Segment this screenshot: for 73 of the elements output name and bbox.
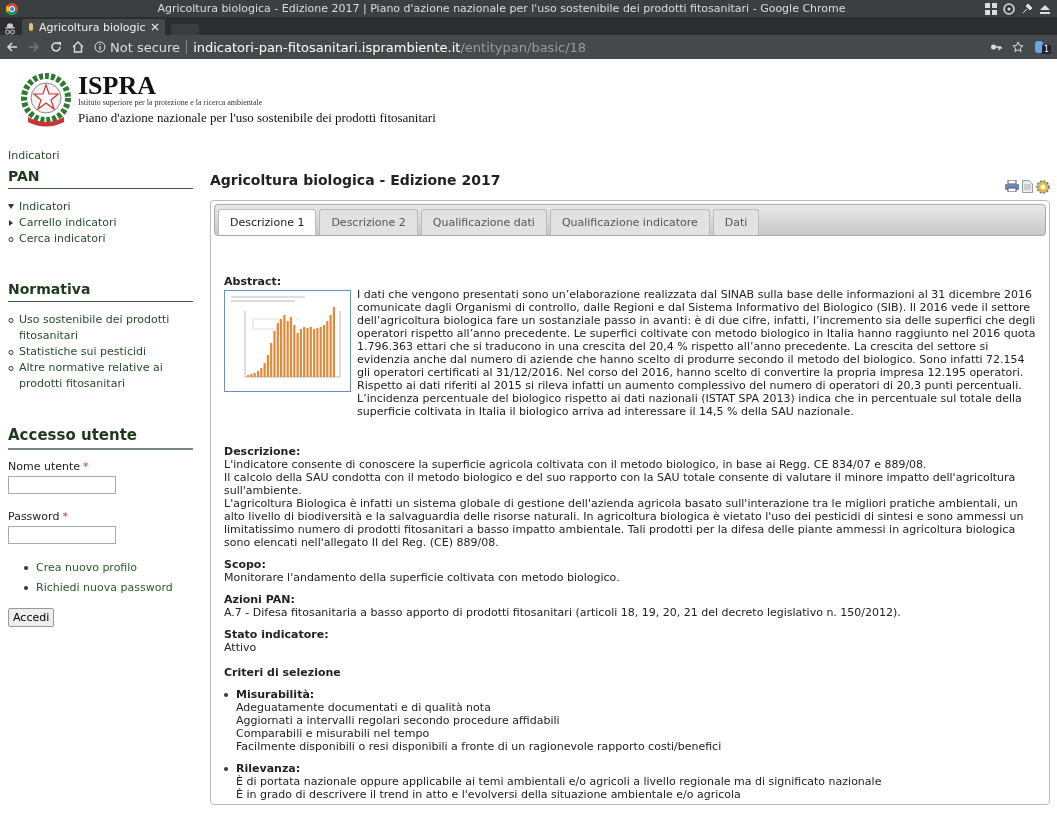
document-icon[interactable] (1022, 180, 1033, 193)
criterion-text: È di portata nazionale oppure applicabile ai temi ambientali e/o agricoli a livello regionale ma di significato nazionale (236, 775, 882, 788)
field-label: Password (8, 510, 60, 523)
required-mark: * (62, 510, 68, 523)
breadcrumb-link[interactable]: Indicatori (0, 137, 1057, 162)
bullet-icon (224, 693, 228, 697)
section-heading: Scopo: (224, 558, 267, 571)
extension-button[interactable]: 1 (1033, 40, 1051, 54)
section-text: Il calcolo della SAU condotta con il metodo biologico e del suo rapporto con la SAU totale consente di valutare il minore impatto dell'agricoltura sull'ambiente. (224, 471, 1017, 497)
menu-link[interactable]: Uso sostenibile dei prodotti fitosanitari (19, 312, 193, 344)
browser-tab[interactable]: Agricoltura biologic (22, 19, 165, 35)
section-heading: Stato indicatore: (224, 628, 330, 641)
tab[interactable]: Descrizione 2 (319, 209, 418, 235)
account-link[interactable]: Richiedi nuova password (36, 578, 173, 598)
input-field[interactable] (8, 526, 116, 544)
info-icon (94, 41, 106, 53)
section-text: L'agricoltura Biologica è infatti un sistema globale di gestione dell'azienda agricola basato sull'interazione tra le migliori pratiche ambientali, un alto livello di biodiversità e la salvaguardia delle risorse naturali. In agricoltura biologica è vietato l'uso dei pesticidi di sintesi e sono ammessi un limitatissimo numero di prodotti fitosanitari a basso impatto ambientale. Tali prodotti per la difesa delle piante ammessi in agricoltura biologica sono elencati nell'allegato II del Reg. (CE) 889/08. (224, 497, 1025, 549)
block-heading: Accesso utente (8, 426, 193, 450)
tab[interactable]: Dati (712, 209, 760, 235)
reload-icon[interactable] (50, 41, 62, 53)
incognito-icon (4, 23, 16, 35)
chrome-logo-icon (6, 2, 18, 15)
bullet-icon (24, 566, 28, 570)
logo-title: ISPRA (78, 74, 156, 98)
security-indicator[interactable]: Not secure (94, 39, 181, 55)
bullet-icon (224, 767, 228, 771)
section-text: Attivo (224, 641, 258, 654)
grid-icon[interactable] (985, 2, 997, 15)
login-button[interactable]: Accedi (8, 608, 55, 627)
criterion-text: Adeguatamente documentati e di qualità nota (236, 701, 492, 714)
required-mark: * (83, 460, 89, 473)
section-text: A.7 - Difesa fitosanitaria a basso apporto di prodotti fitosanitari (articoli 18, 19, 20, 21 del decreto legislativo n. 150/2012). (224, 606, 902, 619)
menu-link[interactable]: Altre normative relative ai prodotti fitosanitari (19, 360, 193, 392)
site-name: Piano d'azione nazionale per l'uso sostenibile dei prodotti fitosanitari (78, 110, 436, 126)
section-text: L'indicatore consente di conoscere la superficie agricola coltivata con il metodo biologico, in base ai Regg. CE 834/07 e 889/08. (224, 458, 928, 471)
tab[interactable]: Qualificazione dati (420, 209, 547, 235)
home-icon[interactable] (72, 41, 84, 53)
block-heading: PAN (8, 168, 193, 189)
menu-link[interactable]: Cerca indicatori (19, 231, 106, 247)
criterion-text: È in grado di descrivere il trend in atto e l'evolversi della situazione ambientale e/o agricola (236, 788, 742, 801)
star-icon[interactable] (1011, 41, 1024, 53)
section-heading: Descrizione: (224, 445, 302, 458)
section-heading: Criteri di selezione (224, 666, 342, 679)
bullet-icon (24, 586, 28, 590)
back-icon[interactable] (6, 41, 18, 53)
tab[interactable]: Qualificazione indicatore (549, 209, 710, 235)
url-field[interactable]: indicatori-pan-fitosanitari.isprambiente.it/entitypan/basic/18 (193, 39, 587, 55)
criterion-text: Facilmente disponibili o resi disponibili a fronte di un ragionevole rapporto costi/benefici (236, 740, 722, 753)
input-field[interactable] (8, 476, 116, 494)
menu-link[interactable]: Statistiche sui pesticidi (19, 344, 147, 360)
favicon-icon (28, 22, 34, 32)
eject-icon[interactable] (1039, 2, 1051, 15)
criterion-text: Comparabili e misurabili nel tempo (236, 727, 431, 740)
tab[interactable]: Descrizione 1 (218, 209, 317, 235)
print-icon[interactable] (1005, 180, 1019, 192)
page-title: Agricoltura biologica - Edizione 2017 (210, 172, 501, 188)
section-heading: Abstract: (224, 275, 283, 288)
logo-subtitle: Istituto superiore per la protezione e la ricerca ambientale (78, 98, 264, 107)
menu-link[interactable]: Indicatori (19, 199, 71, 215)
emblem-icon (20, 73, 72, 127)
abstract-text: I dati che vengono presentati sono un’elaborazione realizzata dal SINAB sulla base delle informazioni al 31 dicembre 2016 comunicate dagli Organismi di controllo, dalle Regioni e dal Sistema Informativo del Biologico (SIB). Il 2016 vede il settore dell’agricoltura biologica fare un sostanziale passo in avanti: è di due cifre, infatti, l’incremento sia delle superfici che degli operatori rispetto all’anno precedente. Le superfici coltivate con metodo biologico in Italia hanno raggiunto nel 2016 quota 1.796.363 ettari che si traducono in una crescita del 20,4 % rispetto all’anno precedente. La crescita del settore si evidenzia anche dal numero di aziende che hanno scelto di produrre secondo il metodo del biologico. Sono infatti 72.154 gli operatori certificati al 31/12/2016. Nel corso del 2016, hanno scelto di convertire la propria impresa 12.195 operatori. Rispetto ai dati riferiti al 2015 si rileva infatti un aumento complessivo del numero di operatori di 20,3 punti percentuali. L’incidenza percentuale del biologico rispetto ai dati nazionali (ISTAT SPA 2013) indica che in percentuale sul totale della superficie coltivata in Italia il biologico arriva ad interessare il 14,5 % della SAU nazionale. (357, 288, 1036, 418)
criterion-title: Rilevanza: (236, 762, 302, 775)
section-text: Monitorare l'andamento della superficie coltivata con metodo biologico. (224, 571, 621, 584)
block-heading: Normativa (8, 281, 193, 302)
account-link[interactable]: Crea nuovo profilo (36, 558, 138, 578)
section-heading: Azioni PAN: (224, 593, 296, 606)
criterion-text: Aggiornati a intervalli regolari secondo procedure affidabili (236, 714, 561, 727)
window-title: Agricoltura biologica - Edizione 2017 | Piano d'azione nazionale per l'uso sostenibile dei prodotti fitosanitari - Google Chrome (156, 2, 847, 15)
close-icon[interactable] (150, 23, 159, 31)
field-label: Nome utente (8, 460, 81, 473)
gear-icon[interactable] (1036, 180, 1050, 194)
criterion-title: Misurabilità: (236, 688, 316, 701)
menu-link[interactable]: Carrello indicatori (19, 215, 117, 231)
